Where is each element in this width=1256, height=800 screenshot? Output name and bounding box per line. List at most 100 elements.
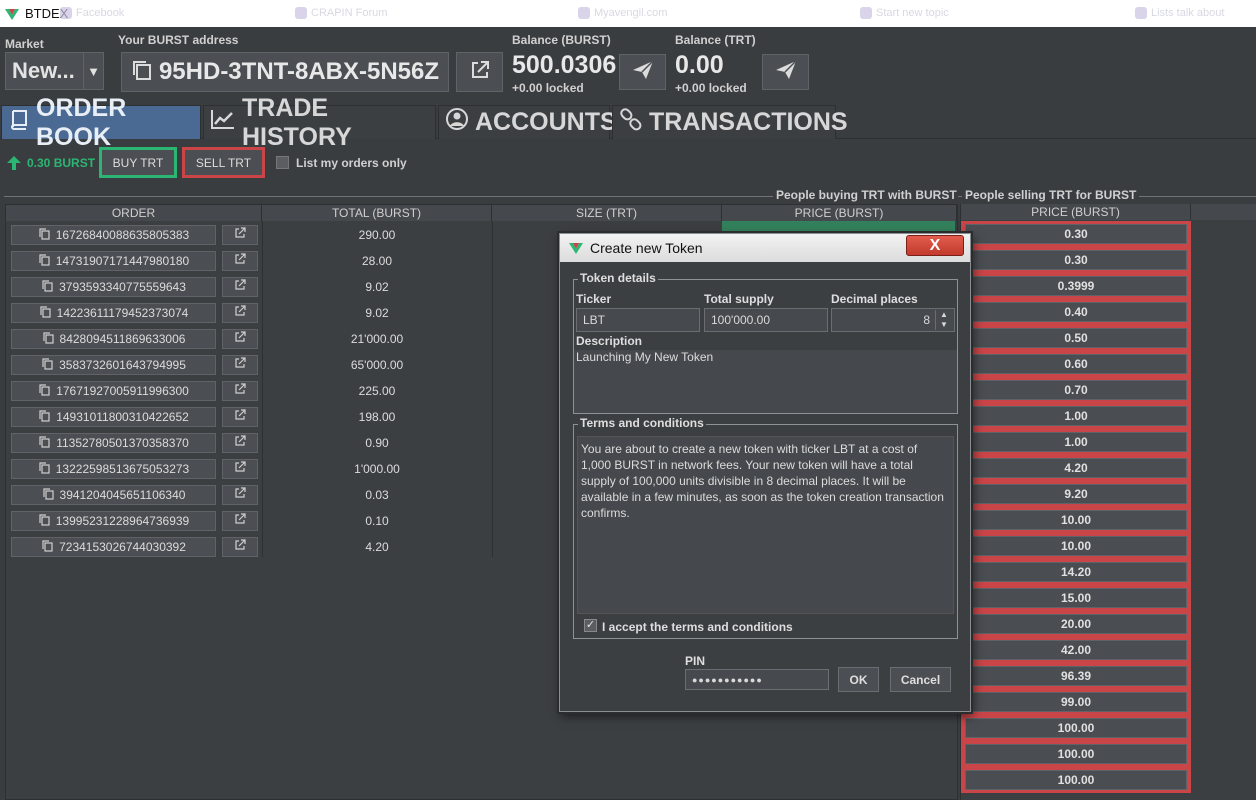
- sell-row[interactable]: 1.00: [961, 403, 1191, 429]
- close-button[interactable]: X: [906, 235, 964, 256]
- supply-input[interactable]: 100'000.00: [704, 308, 828, 332]
- order-id-button[interactable]: 14731907171447980180: [11, 251, 216, 271]
- pin-input[interactable]: ●●●●●●●●●●●: [685, 669, 829, 690]
- send-trt-button[interactable]: [762, 54, 809, 90]
- open-explorer-button[interactable]: [456, 52, 503, 92]
- sell-price-button[interactable]: 0.30: [965, 224, 1187, 244]
- col-header-size[interactable]: SIZE (TRT): [492, 205, 722, 221]
- sell-price-button[interactable]: 96.39: [965, 666, 1187, 686]
- external-link-icon: [234, 538, 246, 556]
- order-link-button[interactable]: [222, 511, 258, 531]
- copy-address-button[interactable]: 95HD-3TNT-8ABX-5N56Z: [121, 52, 449, 92]
- order-link-button[interactable]: [222, 485, 258, 505]
- col-header-total[interactable]: TOTAL (BURST): [262, 205, 492, 221]
- ticker-input[interactable]: LBT: [576, 308, 700, 332]
- sell-price-button[interactable]: 0.60: [965, 354, 1187, 374]
- order-id-button[interactable]: 8428094511869633006: [11, 329, 216, 349]
- sell-row[interactable]: 0.30: [961, 221, 1191, 247]
- sell-row[interactable]: 100.00: [961, 741, 1191, 767]
- tab-trade-history[interactable]: TRADE HISTORY: [203, 94, 436, 151]
- sell-price-button[interactable]: 1.00: [965, 432, 1187, 452]
- sell-row[interactable]: 9.20: [961, 481, 1191, 507]
- sell-price-button[interactable]: 0.50: [965, 328, 1187, 348]
- sell-price-button[interactable]: 9.20: [965, 484, 1187, 504]
- order-id-button[interactable]: 17671927005911996300: [11, 381, 216, 401]
- sell-row[interactable]: 10.00: [961, 533, 1191, 559]
- order-id-button[interactable]: 3583732601643794995: [11, 355, 216, 375]
- sell-button[interactable]: SELL TRT: [182, 147, 265, 178]
- order-id-button[interactable]: 13995231228964736939: [11, 511, 216, 531]
- sell-price-button[interactable]: 0.40: [965, 302, 1187, 322]
- sell-row[interactable]: 42.00: [961, 637, 1191, 663]
- sell-row[interactable]: 10.00: [961, 507, 1191, 533]
- order-id-button[interactable]: 11352780501370358370: [11, 433, 216, 453]
- order-id-button[interactable]: 3941204045651106340: [11, 485, 216, 505]
- sell-row[interactable]: 0.50: [961, 325, 1191, 351]
- sell-row[interactable]: 100.00: [961, 767, 1191, 793]
- sell-price-button[interactable]: 42.00: [965, 640, 1187, 660]
- sell-row[interactable]: 0.3999: [961, 273, 1191, 299]
- order-link-button[interactable]: [222, 277, 258, 297]
- tab-accounts[interactable]: ACCOUNTS: [438, 105, 617, 139]
- order-link-button[interactable]: [222, 225, 258, 245]
- cancel-button[interactable]: Cancel: [890, 667, 951, 692]
- order-id-button[interactable]: 14223611179452373074: [11, 303, 216, 323]
- order-link-button[interactable]: [222, 407, 258, 427]
- sell-row[interactable]: 0.40: [961, 299, 1191, 325]
- send-burst-button[interactable]: [619, 54, 666, 90]
- sell-row[interactable]: 99.00: [961, 689, 1191, 715]
- description-textarea[interactable]: Launching My New Token: [574, 350, 957, 413]
- terms-textarea[interactable]: You are about to create a new token with…: [577, 436, 954, 614]
- market-select[interactable]: New... ▼: [5, 52, 104, 90]
- order-link-button[interactable]: [222, 355, 258, 375]
- sell-price-button[interactable]: 15.00: [965, 588, 1187, 608]
- my-orders-checkbox[interactable]: [276, 156, 289, 169]
- col-header-sell-price[interactable]: PRICE (BURST): [961, 204, 1191, 220]
- sell-row[interactable]: 20.00: [961, 611, 1191, 637]
- order-link-button[interactable]: [222, 303, 258, 323]
- spinner-arrows-icon[interactable]: ▲ ▼: [935, 310, 952, 330]
- buy-button[interactable]: BUY TRT: [99, 147, 177, 178]
- sell-price-button[interactable]: 14.20: [965, 562, 1187, 582]
- sell-row[interactable]: 15.00: [961, 585, 1191, 611]
- order-link-button[interactable]: [222, 433, 258, 453]
- sell-price-button[interactable]: 100.00: [965, 744, 1187, 764]
- sell-row[interactable]: 0.70: [961, 377, 1191, 403]
- tab-order-book[interactable]: ORDER BOOK: [1, 94, 201, 151]
- order-id-button[interactable]: 13222598513675053273: [11, 459, 216, 479]
- order-id-button[interactable]: 3793593340775559643: [11, 277, 216, 297]
- decimals-stepper[interactable]: 8 ▲ ▼: [831, 308, 955, 332]
- sell-price-button[interactable]: 10.00: [965, 510, 1187, 530]
- sell-price-button[interactable]: 0.70: [965, 380, 1187, 400]
- sell-price-button[interactable]: 0.30: [965, 250, 1187, 270]
- sell-row[interactable]: 1.00: [961, 429, 1191, 455]
- sell-price-button[interactable]: 0.3999: [965, 276, 1187, 296]
- sell-price-button[interactable]: 100.00: [965, 718, 1187, 738]
- sell-price-button[interactable]: 10.00: [965, 536, 1187, 556]
- order-link-button[interactable]: [222, 251, 258, 271]
- order-link-button[interactable]: [222, 537, 258, 557]
- sell-row[interactable]: 0.30: [961, 247, 1191, 273]
- order-id-button[interactable]: 14931011800310422652: [11, 407, 216, 427]
- sell-price-button[interactable]: 1.00: [965, 406, 1187, 426]
- ok-button[interactable]: OK: [838, 667, 879, 692]
- sell-price-button[interactable]: 4.20: [965, 458, 1187, 478]
- order-link-button[interactable]: [222, 459, 258, 479]
- tab-transactions[interactable]: TRANSACTIONS: [612, 105, 848, 139]
- accept-checkbox[interactable]: ✓: [584, 619, 597, 632]
- sell-row[interactable]: 4.20: [961, 455, 1191, 481]
- sell-price-button[interactable]: 20.00: [965, 614, 1187, 634]
- order-id-button[interactable]: 7234153026744030392: [11, 537, 216, 557]
- sell-row[interactable]: 96.39: [961, 663, 1191, 689]
- col-header-price[interactable]: PRICE (BURST): [722, 205, 957, 221]
- sell-price-button[interactable]: 100.00: [965, 770, 1187, 790]
- order-link-button[interactable]: [222, 381, 258, 401]
- sell-row[interactable]: 14.20: [961, 559, 1191, 585]
- order-id-button[interactable]: 16726840088635805383: [11, 225, 216, 245]
- sell-row[interactable]: 0.60: [961, 351, 1191, 377]
- arrow-up-icon: [6, 155, 22, 176]
- sell-price-button[interactable]: 99.00: [965, 692, 1187, 712]
- order-link-button[interactable]: [222, 329, 258, 349]
- col-header-order[interactable]: ORDER: [6, 205, 262, 221]
- sell-row[interactable]: 100.00: [961, 715, 1191, 741]
